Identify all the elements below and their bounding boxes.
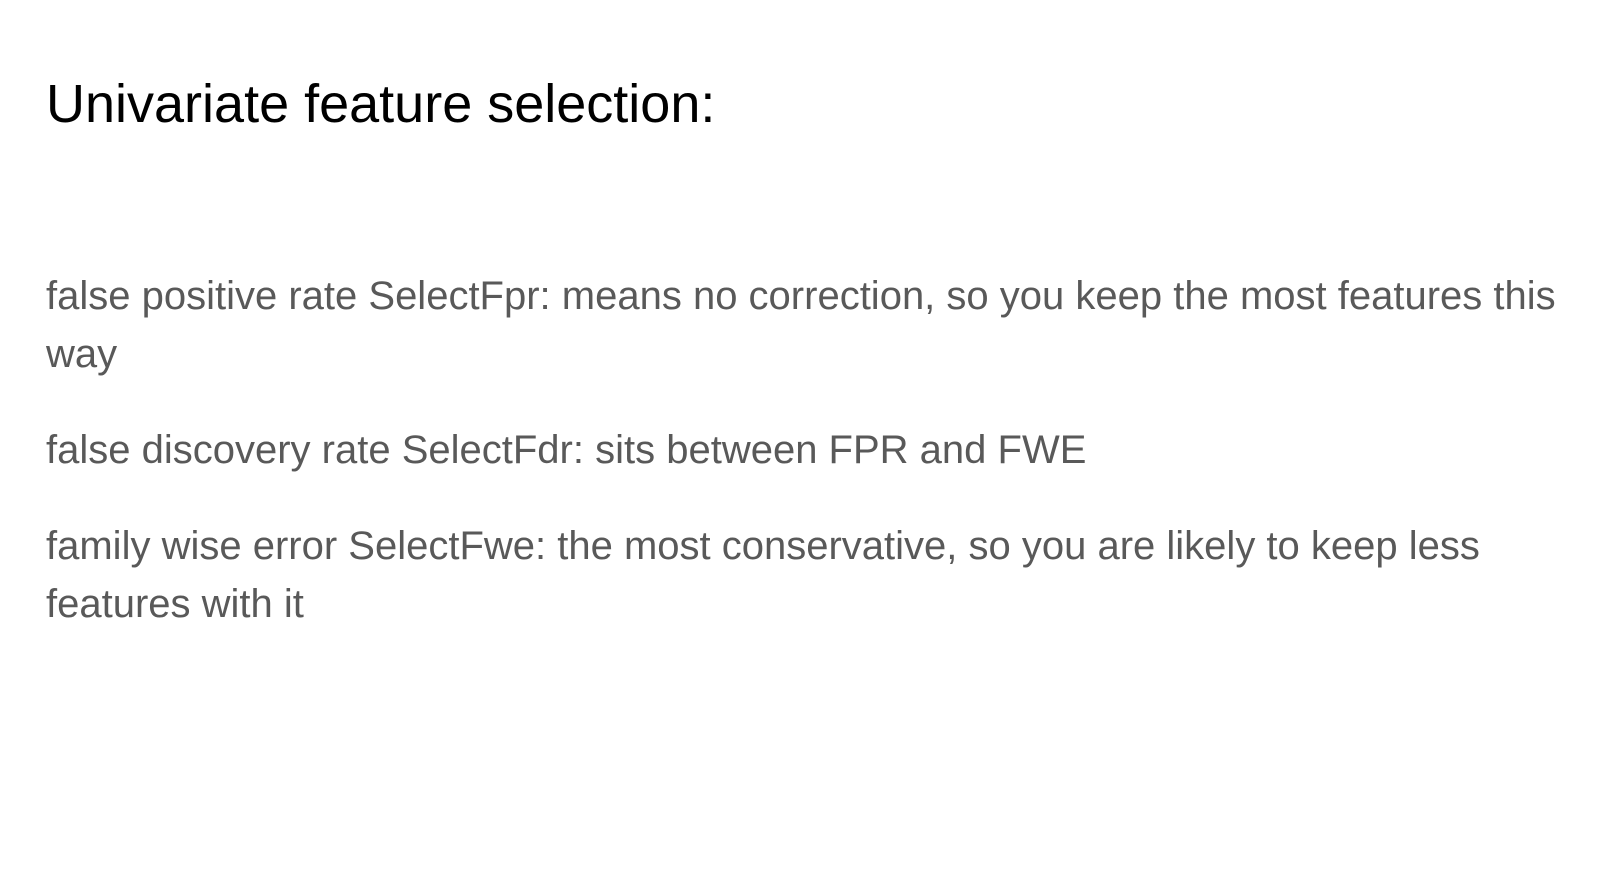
paragraph-family-wise-error: family wise error SelectFwe: the most co… <box>46 524 1480 626</box>
slide: Univariate feature selection: false posi… <box>0 0 1612 872</box>
paragraph-false-positive-rate: false positive rate SelectFpr: means no … <box>46 274 1556 376</box>
slide-title: Univariate feature selection: <box>46 74 716 134</box>
slide-body: false positive rate SelectFpr: means no … <box>46 267 1576 671</box>
paragraph-false-discovery-rate: false discovery rate SelectFdr: sits bet… <box>46 428 1087 472</box>
